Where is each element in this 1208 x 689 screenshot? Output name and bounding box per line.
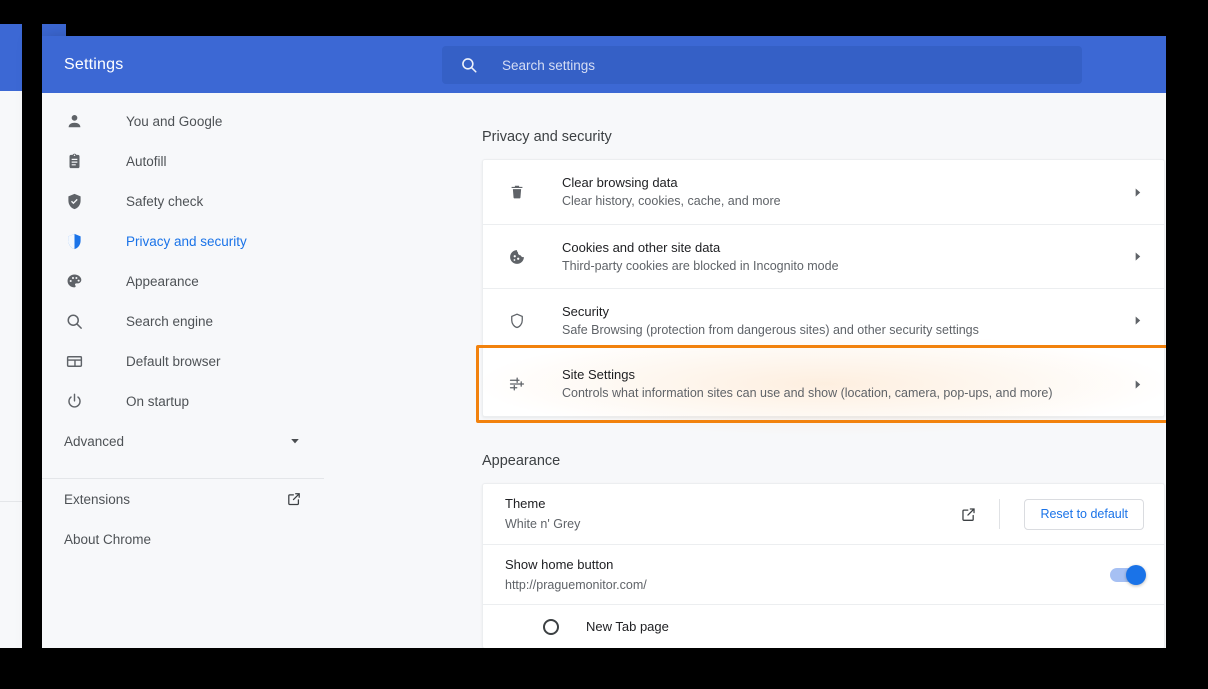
sidebar-item-label: Search engine (126, 313, 214, 329)
theme-actions: Reset to default (938, 498, 1144, 530)
theme-text: Theme White n' Grey (505, 494, 580, 534)
home-button-text: Show home button http://praguemonitor.co… (505, 555, 647, 595)
sidebar-item-label: On startup (126, 393, 190, 409)
row-subtitle: Controls what information sites can use … (562, 386, 1053, 400)
clipboard-icon (64, 151, 84, 171)
shield-icon (64, 231, 84, 251)
chevron-right-icon[interactable] (1131, 186, 1144, 199)
toggle-knob (1126, 564, 1146, 585)
row-site-settings[interactable]: Site Settings Controls what information … (483, 352, 1164, 416)
palette-icon (64, 271, 84, 291)
row-title: Security (562, 303, 609, 319)
home-button-toggle-wrap (1110, 564, 1146, 585)
sidebar-item-about-chrome[interactable]: About Chrome (42, 519, 324, 559)
privacy-section-title: Privacy and security (482, 129, 612, 145)
sidebar-advanced-label: Advanced (64, 433, 125, 449)
row-subtitle: Third-party cookies are blocked in Incog… (562, 258, 839, 273)
row-text: Cookies and other site data Third-party … (562, 238, 839, 276)
theme-value: White n' Grey (505, 517, 581, 531)
privacy-card: Clear browsing data Clear history, cooki… (461, 159, 1166, 438)
row-show-home-button[interactable]: Show home button http://praguemonitor.co… (483, 544, 1164, 604)
sidebar-extensions-label: Extensions (64, 491, 131, 507)
sidebar-item-safety-check[interactable]: Safety check (42, 181, 324, 221)
search-icon (460, 56, 478, 74)
chevron-down-icon (288, 434, 302, 448)
launch-external-icon[interactable] (938, 506, 999, 523)
chevron-right-icon[interactable] (1131, 250, 1144, 263)
sidebar-item-label: You and Google (126, 113, 223, 129)
new-tab-page-label: New Tab page (586, 619, 669, 634)
show-home-button-toggle[interactable] (1110, 564, 1146, 585)
sidebar-item-privacy-and-security[interactable]: Privacy and security (42, 221, 324, 261)
sidebar-item-extensions[interactable]: Extensions (42, 479, 324, 519)
sidebar-item-on-startup[interactable]: On startup (42, 381, 324, 421)
settings-sidebar: You and Google Autofill Safety check Pri… (42, 93, 324, 648)
sidebar-item-label: Default browser (126, 353, 221, 369)
screenshot-root: Settings Search settings You and Google … (0, 0, 1208, 689)
shield-icon (505, 312, 529, 330)
sidebar-item-label: Privacy and security (126, 233, 247, 249)
chrome-settings-window: Settings Search settings You and Google … (42, 36, 1166, 648)
theme-title: Theme (505, 496, 546, 511)
action-divider (999, 499, 1001, 529)
shield-check-icon (64, 191, 84, 211)
power-icon (64, 391, 84, 411)
row-subtitle: Clear history, cookies, cache, and more (562, 194, 781, 208)
row-new-tab-page[interactable]: New Tab page (483, 604, 1164, 648)
chevron-right-icon[interactable] (1131, 314, 1144, 327)
sidebar-item-autofill[interactable]: Autofill (42, 141, 324, 181)
sidebar-item-label: Autofill (126, 153, 167, 169)
row-text: Site Settings Controls what information … (562, 365, 1053, 403)
settings-content: Privacy and security Clear browsing data… (324, 93, 1166, 648)
row-text: Clear browsing data Clear history, cooki… (562, 173, 781, 211)
row-cookies-and-other-site-data[interactable]: Cookies and other site data Third-party … (483, 224, 1164, 288)
sidebar-item-label: Safety check (126, 193, 204, 209)
reset-to-default-button[interactable]: Reset to default (1024, 498, 1144, 530)
sidebar-about-label: About Chrome (64, 531, 152, 547)
browser-window-icon (64, 351, 84, 371)
row-clear-browsing-data[interactable]: Clear browsing data Clear history, cooki… (483, 160, 1164, 224)
sliders-icon (505, 375, 529, 393)
site-settings-highlight-wrap: Site Settings Controls what information … (461, 330, 1166, 438)
search-icon (64, 311, 84, 331)
search-settings-box[interactable]: Search settings (442, 46, 1082, 84)
row-text: Security Safe Browsing (protection from … (562, 302, 979, 340)
row-theme[interactable]: Theme White n' Grey Reset to default (483, 484, 1164, 544)
cookie-icon (505, 248, 529, 266)
page-title: Settings (64, 55, 124, 73)
trash-icon (505, 183, 529, 201)
row-title: Site Settings (562, 367, 635, 382)
home-button-title: Show home button (505, 556, 614, 572)
row-security[interactable]: Security Safe Browsing (protection from … (483, 288, 1164, 352)
settings-toolbar: Settings Search settings (42, 36, 1166, 93)
row-title: Cookies and other site data (562, 239, 721, 255)
appearance-section-title: Appearance (482, 453, 561, 469)
person-icon (64, 111, 84, 131)
sidebar-item-appearance[interactable]: Appearance (42, 261, 324, 301)
chevron-right-icon[interactable] (1131, 378, 1144, 391)
appearance-card: Theme White n' Grey Reset to default Sho… (482, 483, 1165, 648)
sidebar-item-search-engine[interactable]: Search engine (42, 301, 324, 341)
launch-external-icon[interactable] (286, 491, 302, 507)
sidebar-item-advanced[interactable]: Advanced (42, 421, 324, 461)
row-title: Clear browsing data (562, 175, 678, 190)
home-button-url: http://praguemonitor.com/ (505, 577, 647, 592)
new-tab-page-radio[interactable] (543, 618, 559, 635)
sidebar-item-default-browser[interactable]: Default browser (42, 341, 324, 381)
sidebar-top-spacer (42, 93, 324, 101)
sidebar-item-label: Appearance (126, 273, 199, 289)
screen-bezel-left (22, 0, 42, 689)
row-subtitle: Safe Browsing (protection from dangerous… (562, 322, 979, 337)
search-input[interactable]: Search settings (502, 58, 595, 73)
sidebar-item-you-and-google[interactable]: You and Google (42, 101, 324, 141)
